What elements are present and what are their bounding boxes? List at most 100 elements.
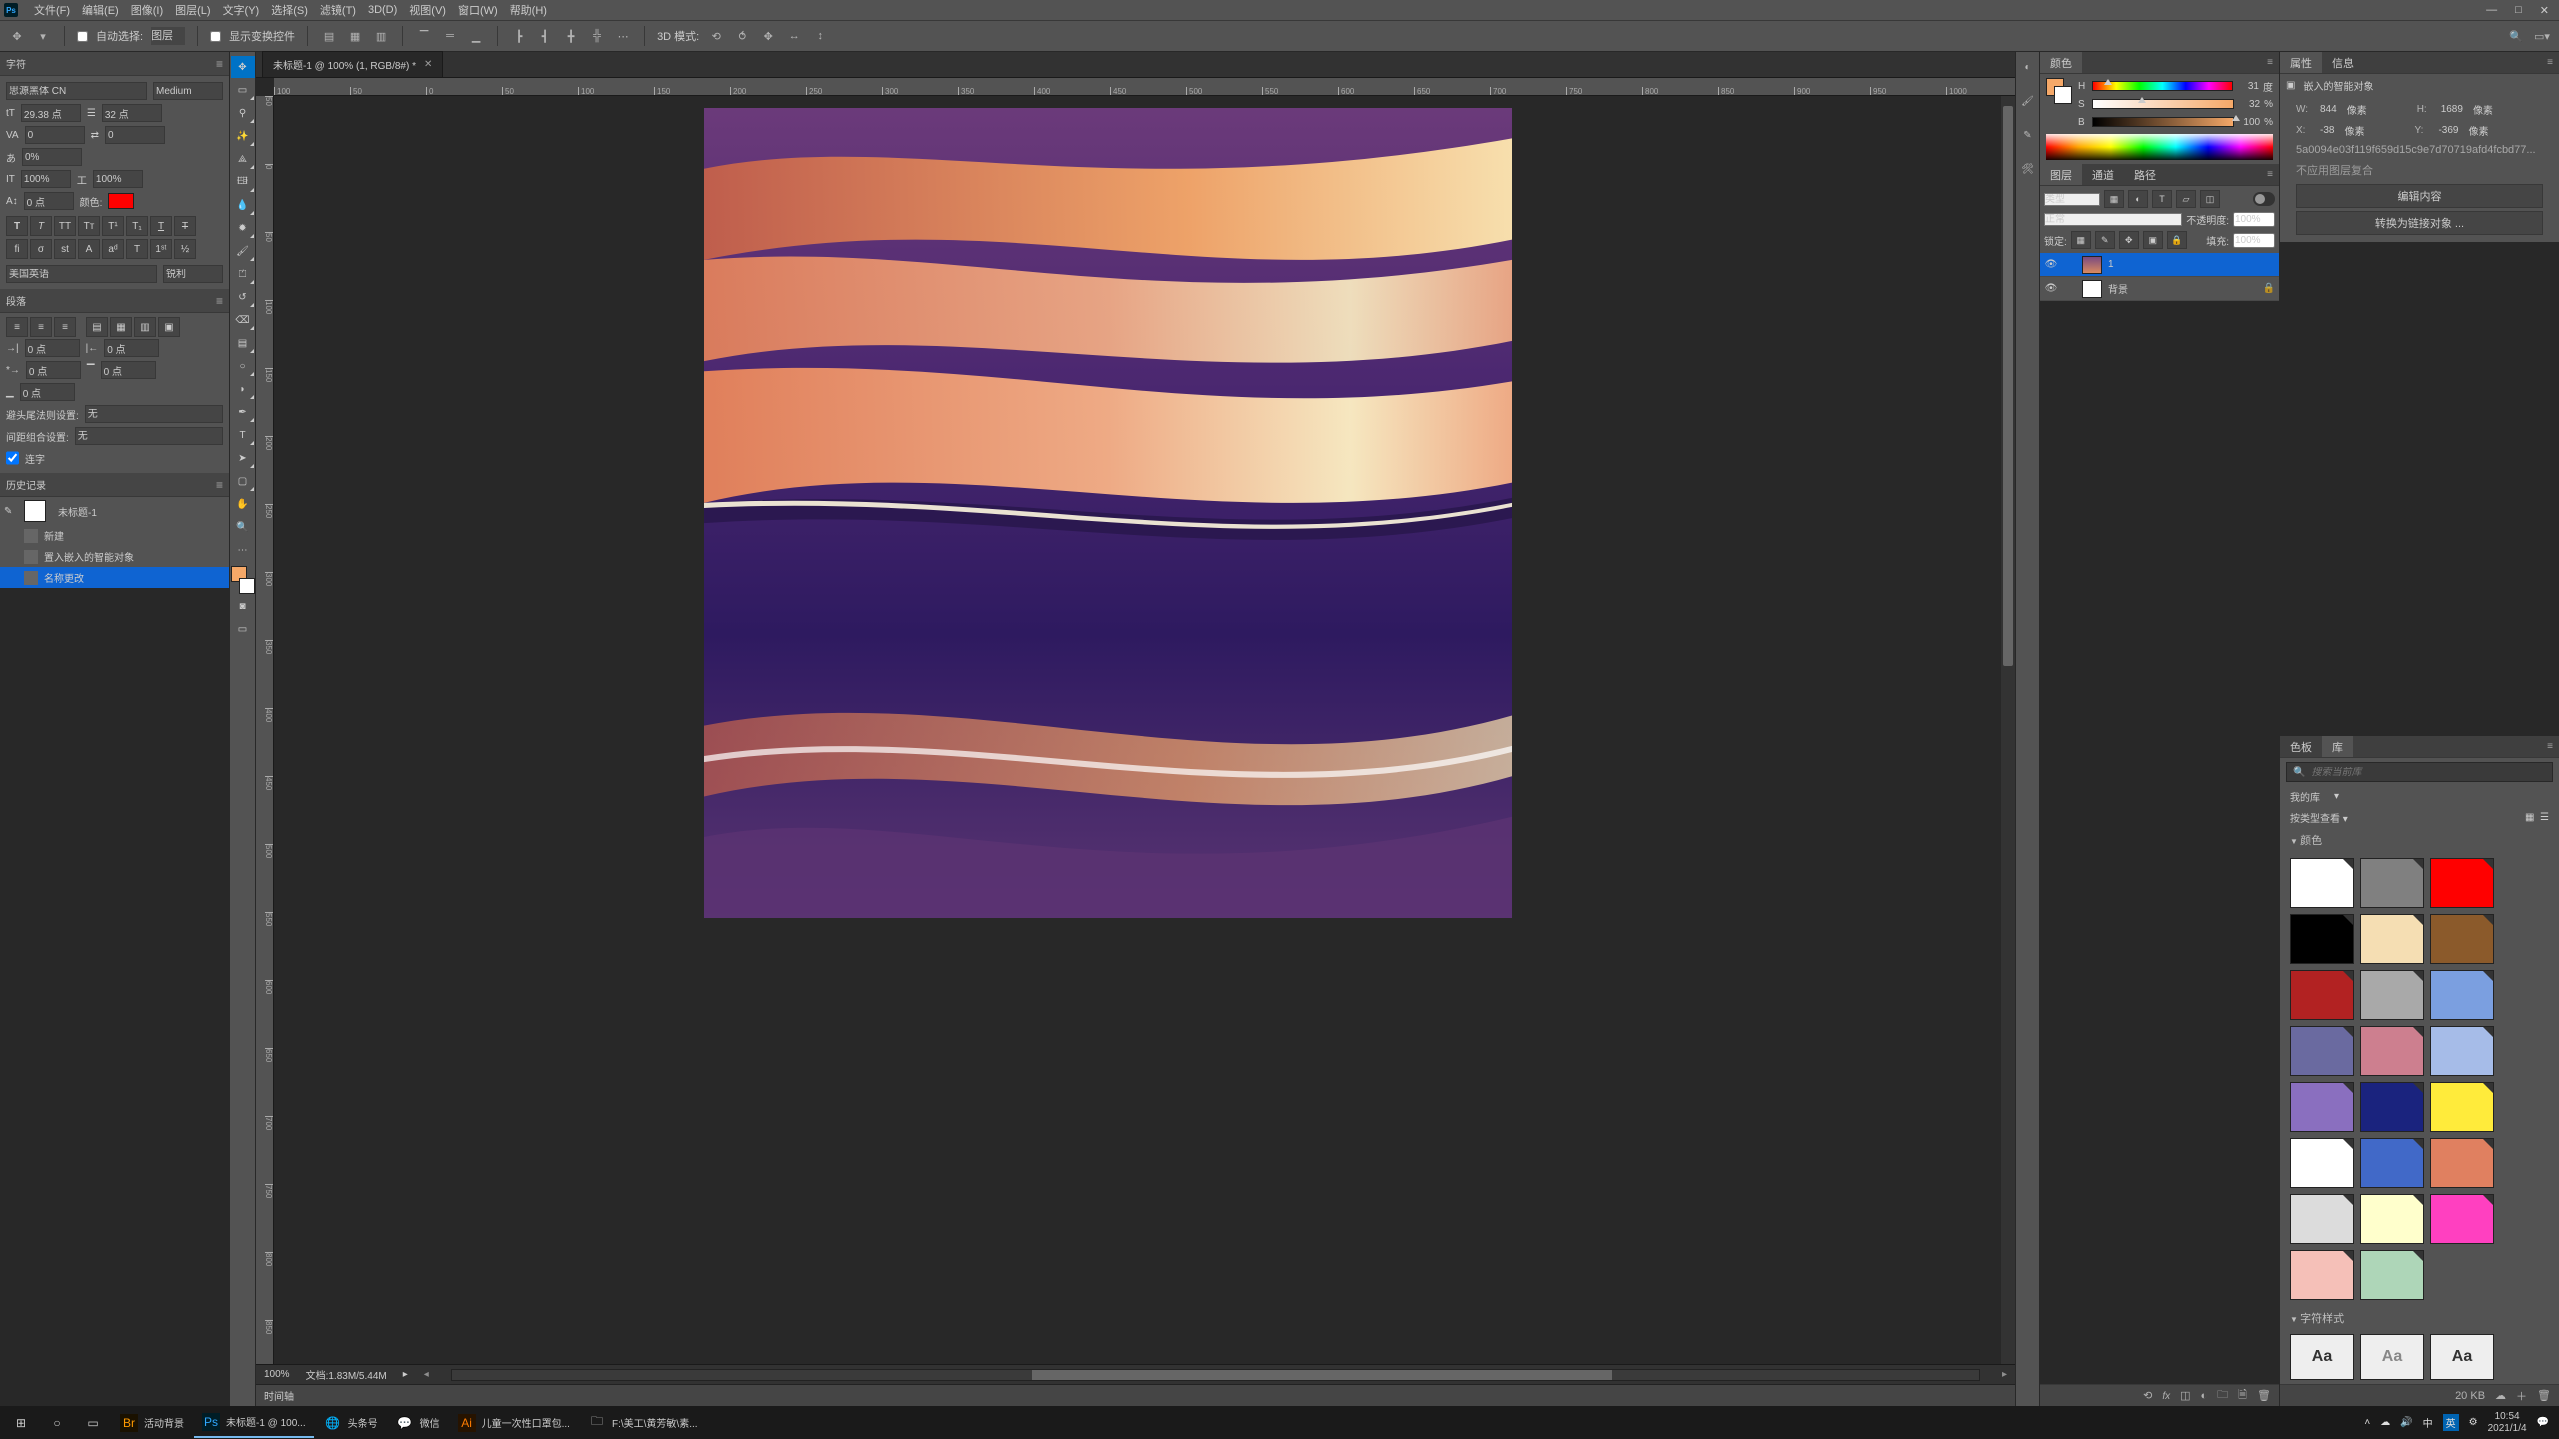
- opentype-st-button[interactable]: st: [54, 239, 76, 259]
- opacity-input[interactable]: [2233, 212, 2275, 227]
- library-view-label[interactable]: 按类型查看: [2290, 814, 2340, 825]
- visibility-icon[interactable]: 👁: [2044, 259, 2058, 270]
- sat-value[interactable]: 32: [2238, 99, 2260, 110]
- paths-tab[interactable]: 路径: [2124, 164, 2166, 185]
- tray-sound-icon[interactable]: 🔊: [2400, 1417, 2412, 1428]
- align-middle-icon[interactable]: ═: [441, 27, 459, 45]
- auto-select-dropdown[interactable]: 图层: [151, 27, 185, 45]
- layers-tab[interactable]: 图层: [2040, 164, 2082, 185]
- library-swatch[interactable]: [2360, 970, 2424, 1020]
- indent-left-input[interactable]: [25, 339, 80, 357]
- rectangle-tool[interactable]: ▢: [231, 470, 255, 492]
- menu-item[interactable]: 3D(D): [362, 4, 403, 16]
- filter-adjust-icon[interactable]: ◐: [2128, 190, 2148, 208]
- library-swatch[interactable]: [2290, 1250, 2354, 1300]
- pen-tool[interactable]: ✒: [231, 401, 255, 423]
- baseline-shift-input[interactable]: [24, 192, 74, 210]
- layer-name[interactable]: 背景: [2108, 281, 2128, 296]
- smallcaps-button[interactable]: Tᴛ: [78, 216, 100, 236]
- minimize-button[interactable]: —: [2486, 4, 2497, 17]
- faux-bold-button[interactable]: T: [6, 216, 28, 236]
- blend-mode-select[interactable]: 正常: [2044, 213, 2182, 226]
- ruler-vertical[interactable]: 5005010015020025030035040045050055060065…: [256, 96, 274, 1364]
- adjustment-layer-icon[interactable]: ◐: [2201, 1390, 2208, 1402]
- 3d-roll-icon[interactable]: ⥀: [733, 27, 751, 45]
- search-icon[interactable]: 🔍: [2507, 27, 2525, 45]
- lock-artboard-icon[interactable]: ▣: [2143, 231, 2163, 249]
- canvas[interactable]: [704, 108, 1512, 918]
- canvas-viewport[interactable]: [274, 96, 2015, 1364]
- filter-pixel-icon[interactable]: ▦: [2104, 190, 2124, 208]
- strikethrough-button[interactable]: T: [174, 216, 196, 236]
- ime-lang[interactable]: 中: [2423, 1415, 2433, 1430]
- justify-all-button[interactable]: ▣: [158, 317, 180, 337]
- blur-tool[interactable]: ○: [231, 355, 255, 377]
- dodge-tool[interactable]: ◗: [231, 378, 255, 400]
- filter-kind-select[interactable]: 类型: [2044, 193, 2100, 206]
- library-search-input[interactable]: [2311, 767, 2546, 778]
- lock-icon[interactable]: 🔒: [2263, 283, 2275, 294]
- align-center-button[interactable]: ≡: [30, 317, 52, 337]
- library-swatch[interactable]: [2430, 1194, 2494, 1244]
- magic-wand-tool[interactable]: ✨: [231, 125, 255, 147]
- distribute-spacing-v-icon[interactable]: ╬: [588, 27, 606, 45]
- opentype-t1-button[interactable]: T: [126, 239, 148, 259]
- tray-network-icon[interactable]: ☁: [2380, 1417, 2390, 1428]
- ruler-horizontal[interactable]: 1005005010015020025030035040045050055060…: [274, 78, 2015, 96]
- history-step[interactable]: 名称更改: [0, 567, 229, 588]
- menu-item[interactable]: 文件(F): [28, 2, 76, 18]
- lock-position-icon[interactable]: ✥: [2119, 231, 2139, 249]
- taskbar-item[interactable]: ▭: [76, 1408, 110, 1438]
- prop-x[interactable]: -38: [2320, 125, 2334, 136]
- frame-tool[interactable]: 🖽: [231, 171, 255, 193]
- document-tab[interactable]: 未标题-1 @ 100% (1, RGB/8#) * ✕: [262, 51, 443, 77]
- library-swatch[interactable]: [2430, 1138, 2494, 1188]
- space-after-input[interactable]: [20, 383, 75, 401]
- color-wheel-icon[interactable]: ◐: [2019, 58, 2037, 76]
- menu-item[interactable]: 图像(I): [125, 2, 169, 18]
- panel-menu-icon[interactable]: ≡: [216, 57, 223, 71]
- prop-width[interactable]: 844: [2320, 104, 2337, 115]
- library-search[interactable]: 🔍: [2286, 762, 2553, 782]
- brush-presets-icon[interactable]: 🖌: [2019, 92, 2037, 110]
- lock-transparency-icon[interactable]: ▦: [2071, 231, 2091, 249]
- library-swatch[interactable]: [2360, 1250, 2424, 1300]
- link-layers-icon[interactable]: ⟲: [2143, 1389, 2152, 1402]
- cloud-sync-icon[interactable]: ☁: [2495, 1389, 2506, 1402]
- menu-item[interactable]: 图层(L): [169, 2, 216, 18]
- brush-settings-icon[interactable]: ✎: [2019, 126, 2037, 144]
- auto-select-checkbox[interactable]: [77, 31, 88, 42]
- layer-fx-icon[interactable]: fx: [2162, 1390, 2170, 1402]
- color-spectrum[interactable]: [2046, 134, 2273, 160]
- color-tab[interactable]: 颜色: [2040, 52, 2082, 73]
- tsume-input[interactable]: [22, 148, 82, 166]
- list-view-icon[interactable]: ☰: [2540, 812, 2549, 823]
- properties-tab[interactable]: 属性: [2280, 52, 2322, 73]
- panel-menu-icon[interactable]: ≡: [216, 478, 223, 492]
- quick-settings-icon[interactable]: ⚙: [2469, 1417, 2478, 1428]
- vscale-input[interactable]: [21, 170, 71, 188]
- library-name[interactable]: 我的库: [2290, 789, 2320, 804]
- char-style-item[interactable]: Aa: [2290, 1334, 2354, 1380]
- library-swatch[interactable]: [2290, 1194, 2354, 1244]
- visibility-icon[interactable]: 👁: [2044, 283, 2058, 294]
- hyphenation-select[interactable]: 无: [85, 405, 223, 423]
- history-step[interactable]: 置入嵌入的智能对象: [0, 546, 229, 567]
- add-to-library-icon[interactable]: ＋: [2516, 1388, 2527, 1404]
- quick-mask-button[interactable]: ◙: [231, 595, 255, 617]
- type-tool[interactable]: T: [231, 424, 255, 446]
- filter-smart-icon[interactable]: ◫: [2200, 190, 2220, 208]
- language-select[interactable]: 美国英语: [6, 265, 157, 283]
- grid-view-icon[interactable]: ▦: [2525, 812, 2534, 823]
- justify-left-button[interactable]: ▤: [86, 317, 108, 337]
- crop-tool[interactable]: ⟁: [231, 148, 255, 170]
- edit-contents-button[interactable]: 编辑内容: [2296, 184, 2543, 208]
- path-select-tool[interactable]: ➤: [231, 447, 255, 469]
- kerning-input[interactable]: [25, 126, 85, 144]
- justify-center-button[interactable]: ▦: [110, 317, 132, 337]
- panel-menu-icon[interactable]: ≡: [2267, 57, 2279, 68]
- tray-chevron-icon[interactable]: ˄: [2364, 1417, 2370, 1428]
- brush-tool[interactable]: 🖌: [231, 240, 255, 262]
- align-bottom-icon[interactable]: ▁: [467, 27, 485, 45]
- taskbar-item[interactable]: 💬微信: [388, 1408, 448, 1438]
